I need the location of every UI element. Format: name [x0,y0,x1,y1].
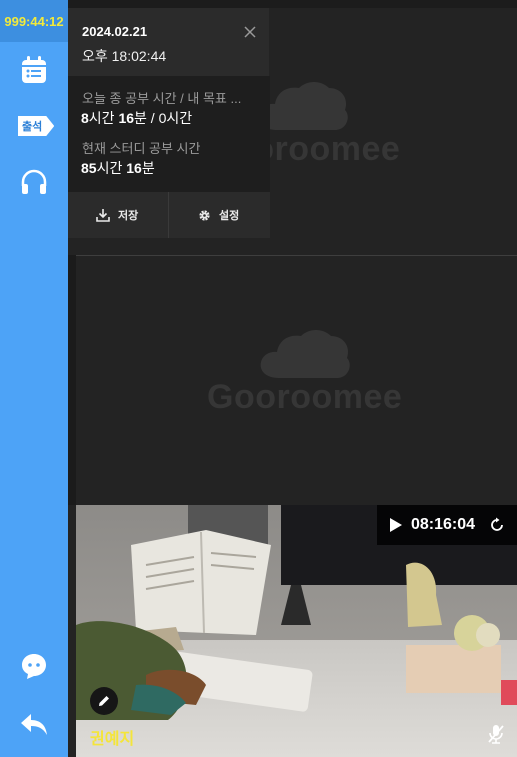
download-icon [96,209,110,222]
headset-icon [21,169,47,194]
close-button[interactable] [244,24,256,40]
current-study-value: 85시간 16분 [81,160,155,176]
attendance-button[interactable]: 출석 [18,116,54,136]
save-button[interactable]: 저장 [96,192,138,238]
time-panel: 2024.02.21 오후 18:02:44 [68,8,269,76]
panel-actions: 저장 설정 [68,192,270,238]
leave-button[interactable] [0,712,68,738]
current-study-label: 현재 스터디 공부 시간 [82,141,201,156]
today-study-label: 오늘 종 공부 시간 / 내 목표 ... [82,91,242,106]
settings-button[interactable]: 설정 [198,192,239,238]
today-study-value: 8시간 16분 / 0시간 [81,110,193,126]
close-icon [244,26,256,38]
cloud-icon [260,330,350,378]
chat-button[interactable] [0,652,68,680]
tile-divider [76,255,517,256]
audio-button[interactable] [0,168,68,196]
participant-name: 권예지 [90,731,135,748]
divider [168,192,169,238]
exit-icon [21,714,47,735]
total-timer: 999:44:12 [0,0,68,42]
refresh-icon[interactable] [489,517,505,533]
play-icon[interactable] [389,517,403,533]
main-area: Gooroomee Gooroomee 2024.02.21 오후 18:02:… [68,0,517,757]
current-date: 2024.02.21 [82,24,148,39]
gear-icon [199,209,210,221]
edit-button[interactable] [90,687,118,715]
mic-status [487,724,505,749]
tile-logo: Gooroomee [207,326,402,417]
calendar-icon [22,56,46,83]
calendar-button[interactable] [0,56,68,84]
top-strip [68,0,517,8]
sidebar: 999:44:12 출석 [0,0,68,757]
pencil-icon [99,696,109,706]
participant-video[interactable]: 08:16:04 권예지 [76,505,517,757]
participant-timer: 08:16:04 [377,505,517,545]
study-stats: 오늘 종 공부 시간 / 내 목표 ... 8시간 16분 / 0시간 현재 스… [68,76,270,192]
left-strip [68,255,76,505]
mic-off-icon [488,725,504,744]
current-time: 오후 18:02:44 [82,48,167,64]
chat-icon [22,654,46,679]
